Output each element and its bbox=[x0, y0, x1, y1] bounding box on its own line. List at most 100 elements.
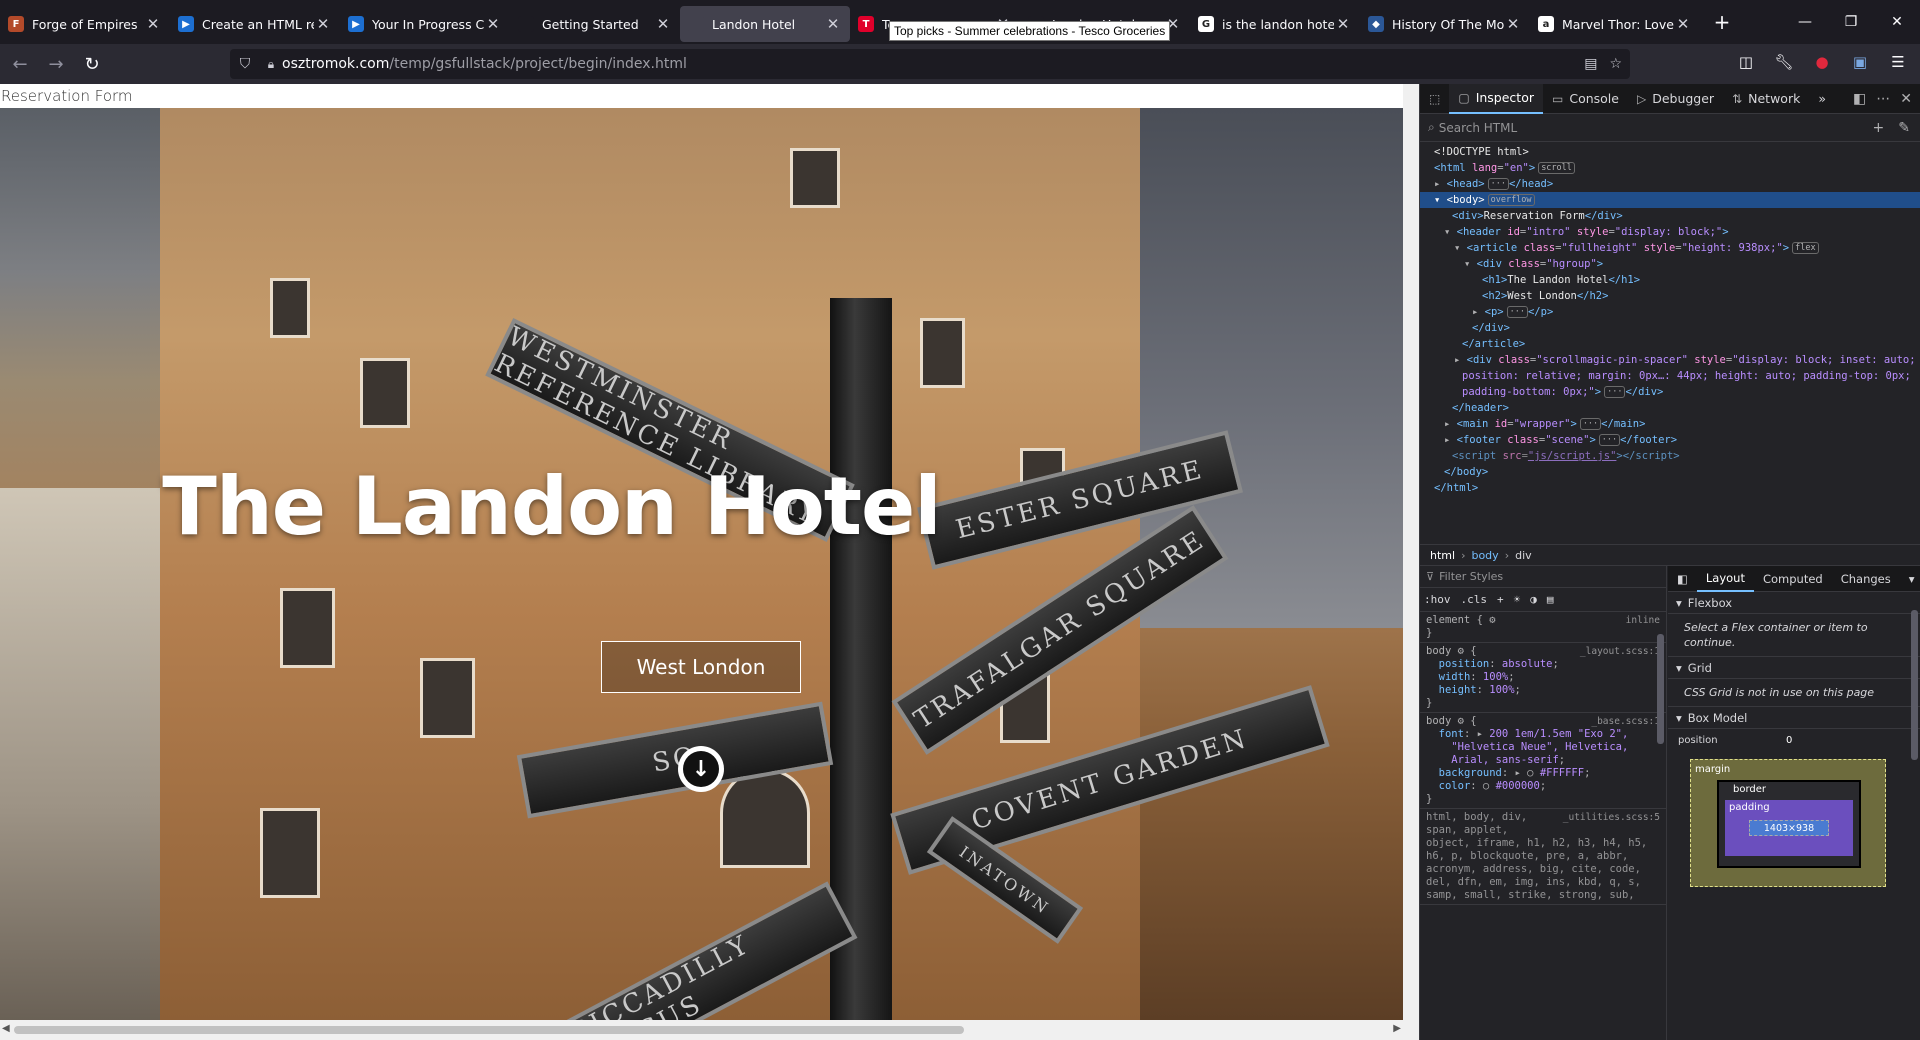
tree-row-selected[interactable]: ▾ <body> overflow bbox=[1420, 192, 1920, 208]
extension-red-icon[interactable]: ● bbox=[1808, 48, 1836, 76]
lock-icon[interactable]: 🔒︎ bbox=[260, 57, 282, 72]
hov-toggle[interactable]: :hov bbox=[1424, 593, 1451, 606]
breadcrumb-item[interactable]: html bbox=[1430, 549, 1455, 562]
tree-row[interactable]: ▾ <header id="intro" style="display: blo… bbox=[1420, 224, 1920, 240]
close-tab-icon[interactable]: ✕ bbox=[654, 15, 672, 33]
tab-7[interactable]: Gis the landon hotel a✕ bbox=[1190, 6, 1360, 42]
scrollbar-thumb[interactable] bbox=[14, 1026, 964, 1034]
tree-row[interactable]: <!DOCTYPE html> bbox=[1420, 144, 1920, 160]
close-tab-icon[interactable]: ✕ bbox=[484, 15, 502, 33]
tree-row[interactable]: padding-bottom: 0px;"> ··· </div> bbox=[1420, 384, 1920, 400]
box-position-value[interactable]: 0 bbox=[1786, 735, 1792, 746]
tree-row[interactable]: </div> bbox=[1420, 320, 1920, 336]
reservation-form-link[interactable]: Reservation Form bbox=[0, 84, 133, 108]
html-search[interactable]: ⌕ Search HTML + ✎ bbox=[1420, 114, 1920, 142]
close-window-icon[interactable]: ✕ bbox=[1874, 0, 1920, 44]
rule-body-base[interactable]: body ⚙ {_base.scss:1 font: ▸ 200 1em/1.5… bbox=[1420, 713, 1666, 809]
search-input[interactable]: Search HTML bbox=[1439, 121, 1517, 135]
sidebar-toggle-icon[interactable]: ◧ bbox=[1668, 566, 1697, 592]
add-node-icon[interactable]: + bbox=[1873, 120, 1885, 136]
tab-computed[interactable]: Computed bbox=[1754, 566, 1832, 592]
close-tab-icon[interactable]: ✕ bbox=[1674, 15, 1692, 33]
filter-styles-input[interactable]: Filter Styles bbox=[1439, 570, 1503, 583]
scroll-left-icon[interactable]: ◀ bbox=[2, 1023, 10, 1034]
close-tab-icon[interactable]: ✕ bbox=[1334, 15, 1352, 33]
options-icon[interactable]: ⋯ bbox=[1876, 91, 1890, 107]
add-rule-icon[interactable]: + bbox=[1497, 593, 1504, 606]
tree-row[interactable]: </html> bbox=[1420, 480, 1920, 496]
shield-icon[interactable]: ⛉ bbox=[230, 56, 260, 72]
close-devtools-icon[interactable]: ✕ bbox=[1900, 91, 1912, 107]
tab-inspector[interactable]: ▢ Inspector bbox=[1449, 83, 1543, 114]
tree-row[interactable]: ▸ <div class="scrollmagic-pin-spacer" st… bbox=[1420, 352, 1920, 368]
boxmodel-section-header[interactable]: ▾ Box Model bbox=[1668, 707, 1920, 729]
flexbox-section-header[interactable]: ▾ Flexbox bbox=[1668, 592, 1920, 614]
reader-view-icon[interactable]: ▤ bbox=[1584, 56, 1597, 72]
tree-row[interactable]: position: relative; margin: 0px…: 44px; … bbox=[1420, 368, 1920, 384]
print-icon[interactable]: ▤ bbox=[1547, 593, 1554, 606]
tree-row[interactable]: ▾ <article class="fullheight" style="hei… bbox=[1420, 240, 1920, 256]
tree-row[interactable]: <html lang="en"> scroll bbox=[1420, 160, 1920, 176]
scroll-right-icon[interactable]: ▶ bbox=[1393, 1023, 1401, 1034]
eyedropper-icon[interactable]: ✎ bbox=[1898, 120, 1910, 136]
reload-icon[interactable]: ↻ bbox=[76, 48, 108, 80]
close-tab-icon[interactable]: ✕ bbox=[314, 15, 332, 33]
rule-element[interactable]: element { ⚙ inline} bbox=[1420, 612, 1666, 643]
tree-row[interactable]: </header> bbox=[1420, 400, 1920, 416]
tab-changes[interactable]: Changes bbox=[1832, 566, 1900, 592]
menu-icon[interactable]: ☰ bbox=[1884, 48, 1912, 76]
vertical-scrollbar[interactable] bbox=[1403, 84, 1419, 1040]
tab-3[interactable]: Getting Started ✕ bbox=[510, 6, 680, 42]
tree-row[interactable]: ▸ <head> ··· </head> bbox=[1420, 176, 1920, 192]
new-tab-icon[interactable]: + bbox=[1704, 4, 1740, 40]
minimize-icon[interactable]: — bbox=[1782, 0, 1828, 44]
tree-row[interactable]: ▸ <main id="wrapper"> ··· </main> bbox=[1420, 416, 1920, 432]
tree-row[interactable]: <div>Reservation Form</div> bbox=[1420, 208, 1920, 224]
tree-row[interactable]: ▸ <footer class="scene"> ··· </footer> bbox=[1420, 432, 1920, 448]
pocket-icon[interactable]: ◫ bbox=[1732, 48, 1760, 76]
chevron-down-icon[interactable]: ▾ bbox=[1900, 566, 1920, 592]
wrench-icon[interactable]: 🔧︎ bbox=[1770, 48, 1798, 76]
tree-row[interactable]: </article> bbox=[1420, 336, 1920, 352]
forward-icon[interactable]: → bbox=[40, 48, 72, 80]
box-content-size[interactable]: 1403×938 bbox=[1749, 820, 1829, 836]
filter-styles[interactable]: ⊽ Filter Styles bbox=[1420, 566, 1666, 588]
bookmark-star-icon[interactable]: ☆ bbox=[1609, 56, 1622, 72]
tree-row[interactable]: ▾ <div class="hgroup"> bbox=[1420, 256, 1920, 272]
tree-row[interactable]: </body> bbox=[1420, 464, 1920, 480]
dock-icon[interactable]: ◧ bbox=[1853, 91, 1866, 107]
more-tabs-icon[interactable]: » bbox=[1809, 84, 1835, 114]
breadcrumb-item[interactable]: div bbox=[1515, 549, 1532, 562]
tree-row[interactable]: <h1>The Landon Hotel</h1> bbox=[1420, 272, 1920, 288]
cls-toggle[interactable]: .cls bbox=[1461, 593, 1488, 606]
tab-network[interactable]: ⇅ Network bbox=[1723, 84, 1809, 114]
tab-layout[interactable]: Layout bbox=[1696, 566, 1754, 592]
tab-4[interactable]: Landon Hotel ✕ bbox=[680, 6, 850, 42]
rules-scrollbar[interactable] bbox=[1655, 614, 1665, 1034]
tree-row[interactable]: ▸ <p> ··· </p> bbox=[1420, 304, 1920, 320]
close-tab-icon[interactable]: ✕ bbox=[1504, 15, 1522, 33]
tab-0[interactable]: F Forge of Empires ✕ bbox=[0, 6, 170, 42]
horizontal-scrollbar[interactable]: ◀ ▶ bbox=[0, 1020, 1403, 1040]
scroll-down-button[interactable]: ↓ bbox=[678, 746, 724, 792]
tab-1[interactable]: ▶ Create an HTML rese✕ bbox=[170, 6, 340, 42]
tab-console[interactable]: ▭ Console bbox=[1543, 84, 1628, 114]
tab-debugger[interactable]: ▷ Debugger bbox=[1628, 84, 1723, 114]
close-tab-icon[interactable]: ✕ bbox=[144, 15, 162, 33]
layout-scrollbar[interactable] bbox=[1911, 596, 1919, 1036]
tab-9[interactable]: a Marvel Thor: Love an✕ bbox=[1530, 6, 1700, 42]
back-icon[interactable]: ← bbox=[4, 48, 36, 80]
extension-screen-icon[interactable]: ▣ bbox=[1846, 48, 1874, 76]
rule-reset[interactable]: html, body, div, _utilities.scss:5 span, a… bbox=[1420, 809, 1666, 905]
pick-element-icon[interactable]: ⬚ bbox=[1420, 84, 1449, 114]
rule-body-layout[interactable]: body ⚙ {_layout.scss:1 position: absolut… bbox=[1420, 643, 1666, 713]
light-mode-icon[interactable]: ☀ bbox=[1514, 593, 1521, 606]
url-bar[interactable]: ⛉ 🔒︎ osztromok.com/temp/gsfullstack/proj… bbox=[230, 49, 1630, 79]
dark-mode-icon[interactable]: ◑ bbox=[1530, 593, 1537, 606]
tree-row[interactable]: <h2>West London</h2> bbox=[1420, 288, 1920, 304]
grid-section-header[interactable]: ▾ Grid bbox=[1668, 657, 1920, 679]
close-tab-icon[interactable]: ✕ bbox=[824, 15, 842, 33]
tree-row[interactable]: <script src="js/script.js"></script> bbox=[1420, 448, 1920, 464]
breadcrumb-item[interactable]: body bbox=[1471, 549, 1498, 562]
tab-8[interactable]: ◆ History Of The Most F✕ bbox=[1360, 6, 1530, 42]
